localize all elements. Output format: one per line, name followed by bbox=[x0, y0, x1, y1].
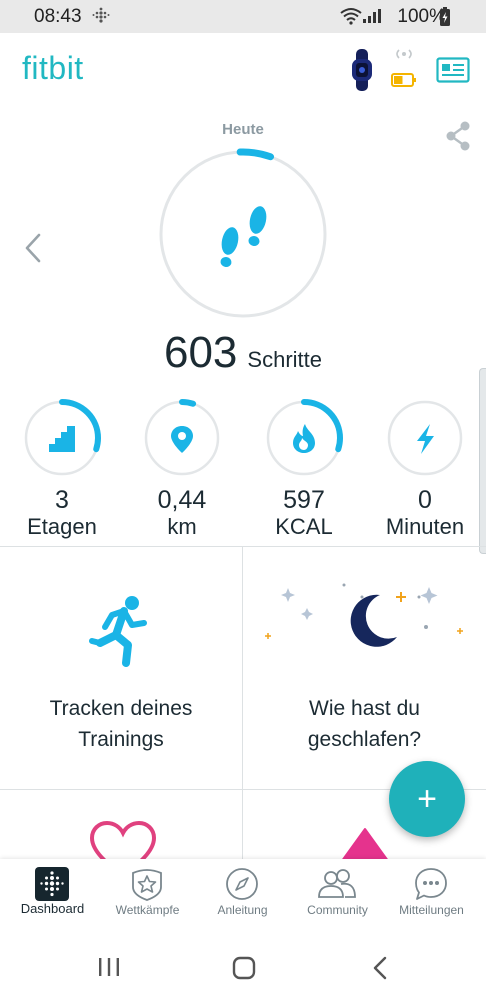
phone-battery-icon bbox=[440, 7, 450, 26]
date-label: Heute bbox=[222, 121, 264, 138]
location-pin-icon bbox=[171, 426, 193, 453]
nav-label: Wettkämpfe bbox=[115, 903, 180, 917]
people-icon bbox=[318, 869, 356, 898]
star-badge-icon bbox=[132, 869, 162, 901]
stat-unit: km bbox=[167, 514, 197, 539]
stat-unit: Minuten bbox=[385, 514, 465, 539]
nav-label: Anleitung bbox=[217, 903, 268, 917]
nav-guidance[interactable]: Anleitung bbox=[194, 859, 291, 937]
wifi-icon bbox=[340, 8, 362, 25]
nav-notifications[interactable]: Mitteilungen bbox=[383, 859, 480, 937]
device-battery-icon bbox=[391, 49, 416, 87]
stat-value: 0,44 bbox=[157, 486, 207, 514]
sleep-tile-text-line1: Wie hast du bbox=[309, 697, 420, 720]
profile-card-icon[interactable] bbox=[436, 57, 470, 83]
status-bar: 08:43 100% bbox=[0, 0, 486, 33]
sleep-tile-text-line2: geschlafen? bbox=[307, 728, 422, 751]
fitbit-notification-icon bbox=[92, 7, 110, 23]
add-fab-button[interactable]: + bbox=[389, 761, 465, 837]
compass-icon bbox=[226, 868, 258, 900]
back-icon[interactable] bbox=[372, 956, 388, 980]
stat-distance[interactable]: 0,44 km bbox=[127, 398, 237, 540]
flame-icon bbox=[293, 424, 315, 453]
heart-rate-tile[interactable] bbox=[0, 790, 242, 859]
scroll-handle[interactable] bbox=[479, 368, 486, 554]
dashboard-icon bbox=[35, 867, 69, 901]
steps-value: 603 bbox=[163, 328, 238, 377]
android-nav-bar bbox=[0, 937, 486, 999]
nav-label: Mitteilungen bbox=[399, 903, 464, 917]
chevron-left-icon[interactable] bbox=[24, 233, 42, 263]
stat-value: 0 bbox=[418, 486, 432, 514]
tracker-band-icon[interactable] bbox=[348, 49, 376, 91]
runner-icon bbox=[89, 596, 147, 667]
stat-unit: Etagen bbox=[27, 514, 97, 539]
triangle-icon bbox=[342, 828, 388, 859]
exercise-tile-text-line2: Trainings bbox=[78, 728, 164, 751]
steps-unit: Schritte bbox=[247, 347, 322, 372]
stat-value: 597 bbox=[283, 486, 325, 514]
nav-dashboard[interactable]: Dashboard bbox=[4, 859, 101, 937]
exercise-tile[interactable]: Tracken deines Trainings bbox=[0, 547, 242, 789]
stat-floors[interactable]: 3 Etagen bbox=[7, 398, 117, 540]
stat-active-minutes[interactable]: 0 Minuten bbox=[370, 398, 480, 540]
recent-apps-icon[interactable] bbox=[98, 957, 120, 977]
chat-bubble-icon bbox=[415, 868, 447, 900]
steps-progress-ring[interactable] bbox=[157, 148, 329, 320]
moon-stars-icon bbox=[265, 583, 463, 647]
nav-community[interactable]: Community bbox=[289, 859, 386, 937]
share-icon[interactable] bbox=[444, 121, 472, 151]
signal-icon bbox=[363, 9, 381, 23]
stairs-icon bbox=[49, 426, 75, 452]
steps-summary[interactable]: 603 Schritte bbox=[0, 328, 486, 378]
footsteps-icon bbox=[220, 206, 267, 268]
nav-challenges[interactable]: Wettkämpfe bbox=[99, 859, 196, 937]
nav-label: Dashboard bbox=[20, 901, 85, 916]
nav-label: Community bbox=[307, 903, 368, 917]
fitbit-logo: fitbit bbox=[22, 50, 84, 86]
sleep-tile[interactable]: Wie hast du geschlafen? bbox=[243, 547, 486, 789]
stat-unit: KCAL bbox=[275, 514, 333, 539]
lightning-icon bbox=[417, 424, 434, 454]
stat-value: 3 bbox=[55, 486, 69, 514]
exercise-tile-text-line1: Tracken deines bbox=[49, 697, 193, 720]
home-icon[interactable] bbox=[232, 956, 256, 980]
heart-icon bbox=[89, 820, 157, 859]
stat-calories[interactable]: 597 KCAL bbox=[249, 398, 359, 540]
status-time: 08:43 bbox=[34, 6, 82, 27]
bottom-nav: Dashboard Wettkämpfe Anleitung Community… bbox=[0, 859, 486, 937]
